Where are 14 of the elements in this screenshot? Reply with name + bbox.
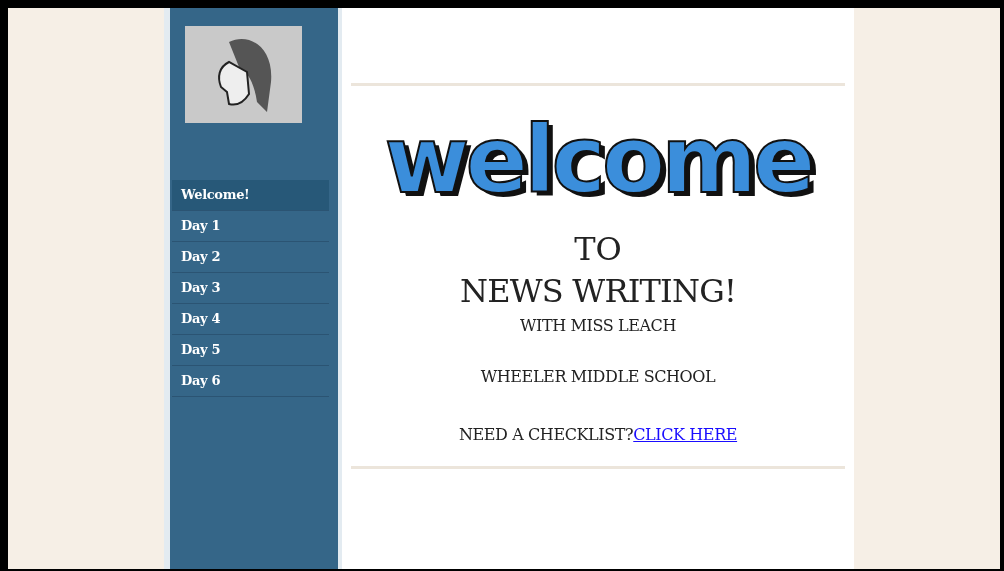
- teacher-name: WITH MISS LEACH: [520, 315, 676, 337]
- welcome-graphic: welcome: [384, 105, 812, 216]
- heading-to: TO: [574, 229, 622, 269]
- heading-main: NEWS WRITING!: [460, 271, 736, 312]
- nav-item[interactable]: Welcome!: [172, 180, 329, 211]
- nav-item[interactable]: Day 5: [172, 335, 329, 366]
- nav-item[interactable]: Day 6: [172, 366, 329, 397]
- nav-item[interactable]: Day 3: [172, 273, 329, 304]
- school-name: WHEELER MIDDLE SCHOOL: [480, 366, 716, 388]
- nav-item[interactable]: Day 2: [172, 242, 329, 273]
- checklist-prompt: NEED A CHECKLIST?: [458, 424, 634, 446]
- nav-item[interactable]: Day 4: [172, 304, 329, 335]
- checklist-link[interactable]: CLICK HERE: [633, 422, 738, 448]
- nav-item[interactable]: Day 1: [172, 211, 329, 242]
